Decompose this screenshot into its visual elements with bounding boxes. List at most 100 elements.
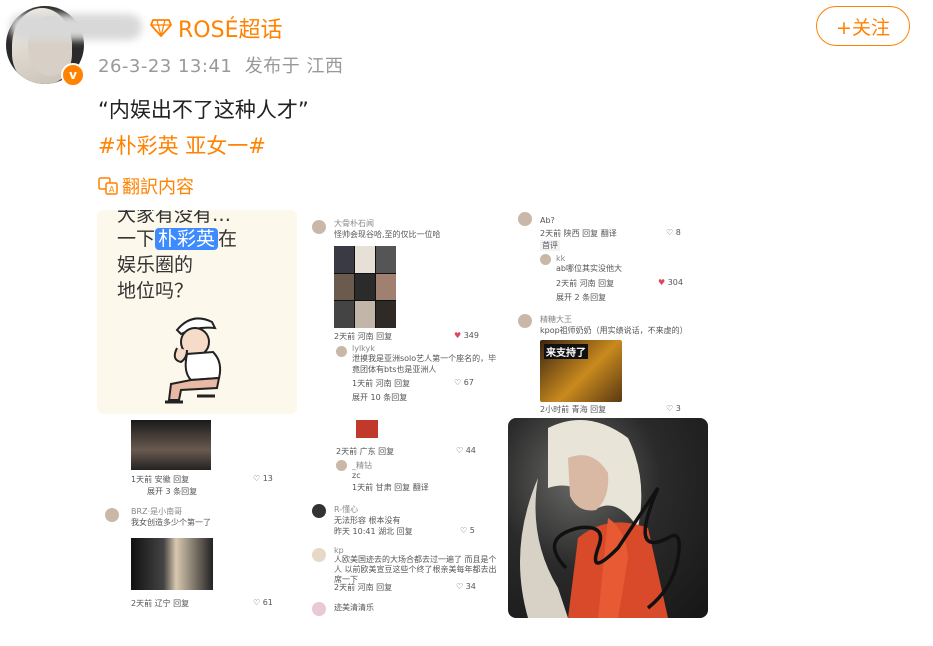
comment-2-footer: 1天前 河南 回复: [352, 379, 411, 388]
translate-label: 翻訳内容: [122, 177, 194, 198]
heart-icon: ♥: [454, 331, 462, 340]
comment-4-likes[interactable]: ♡ 34: [456, 582, 476, 591]
comment-2-name: BRZ·是小南哥: [131, 507, 183, 516]
comment-avatar: [312, 220, 326, 234]
comment-2-like-count: 61: [262, 598, 273, 607]
svg-text:A: A: [109, 185, 115, 194]
comment-1-likes[interactable]: ♡ 44: [456, 446, 476, 455]
photo-grid: [334, 246, 396, 328]
diamond-icon: [150, 19, 172, 37]
comment-2-likes[interactable]: ♥ 304: [658, 278, 683, 287]
comment-1-likes[interactable]: ♡ 13: [253, 474, 273, 483]
comment-3-like-count: 5: [469, 526, 475, 535]
comment-3-like-count: 3: [675, 404, 681, 413]
comment-avatar: [336, 346, 347, 357]
expand-replies[interactable]: 展开 3 条回复: [147, 486, 197, 497]
comment-2-footer: 2天前 辽宁 回复: [131, 599, 190, 608]
comment-avatar: [312, 602, 326, 616]
comment-1-like-count: 8: [675, 228, 681, 237]
post-text: “内娱出不了这种人才”: [98, 98, 309, 122]
comment-avatar: [336, 460, 347, 471]
comment-1-footer: 2天前 陕西 回复 翻译: [540, 229, 617, 238]
comment-4: kp 人欧美国迹去的大场合都去过一遍了 而且是个人 以前欧美宣豆这些个终了根亲美…: [334, 546, 502, 585]
comment-3-name: R-懂心: [334, 505, 359, 514]
post-image-5[interactable]: 2天前 广东 回复 ♡ 44 _精钻 zc 1天前 甘肃 回复 翻译 R-懂心 …: [304, 420, 504, 618]
img1-line2: 娱乐圈的: [117, 254, 194, 276]
post-image-3[interactable]: Ab? 2天前 陕西 回复 翻译 ♡ 8 首评 kk ab哪位其实没他大 2天前…: [510, 210, 708, 414]
follow-button[interactable]: +关注: [816, 6, 910, 46]
comment-3-text: 无法形容 根本没有: [334, 516, 401, 525]
comment-1-footer: 2天前 河南 回复: [334, 332, 393, 341]
heart-outline-icon: ♡: [454, 378, 462, 387]
comment-1-likes[interactable]: ♥ 349: [454, 331, 479, 340]
comment-avatar: [312, 504, 326, 518]
comment-2-photo: [131, 538, 213, 590]
thinking-person-illustration: [165, 317, 222, 404]
comment-1-text: Ab?: [540, 216, 555, 225]
comment-2-like-count: 304: [667, 278, 683, 287]
topic-link[interactable]: ROSÉ超话: [150, 12, 282, 44]
expand-replies[interactable]: 展开 10 条回复: [352, 392, 407, 403]
post-image-2[interactable]: 大骨朴石闻 怪帅会现谷哈,至的仅比一位哈 2天前 河南 回复 ♥ 349 lyl…: [304, 210, 504, 414]
comment-1-likes[interactable]: ♡ 8: [666, 228, 681, 237]
comment-3-footer: 2小时前 青海 回复: [540, 405, 607, 414]
expand-replies[interactable]: 展开 2 条回复: [556, 292, 606, 303]
translate-icon: A: [98, 177, 118, 195]
comment-3-photo: 来支持了: [540, 340, 622, 402]
comment-1-name: 大骨朴石闻: [334, 219, 374, 228]
signature-mark: [552, 487, 681, 610]
comment-4-name: kp: [334, 546, 344, 555]
comment-1-footer: 2天前 广东 回复: [336, 447, 395, 456]
img1-highlight: 朴彩英: [155, 228, 219, 250]
comment-2-footer: 2天前 河南 回复: [556, 279, 615, 288]
post-meta: 26-3-23 13:41 发布于 江西: [98, 56, 344, 77]
comment-2: _精钻 zc: [352, 460, 372, 480]
comment-3-text: kpop祖师奶奶（用实绩说话，不来虚的）: [540, 326, 688, 335]
img1-line1: 一下 朴彩英在: [117, 224, 237, 251]
post-tags[interactable]: #朴彩英 亚女一#: [98, 130, 266, 160]
comment-3-likes[interactable]: ♡ 5: [460, 526, 475, 535]
verified-badge-icon: v: [61, 63, 85, 87]
comment-2-likes[interactable]: ♡ 67: [454, 378, 474, 387]
comment-5-name: 迹美清清乐: [334, 603, 374, 612]
comment-2-name: lylkyk: [352, 344, 375, 353]
comment-2-name: kk: [556, 254, 566, 263]
comment-2-text: 泄摸我是亚洲solo艺人第一个座名的，毕竟团体有bts也是亚洲人: [352, 354, 497, 374]
comment-2: BRZ·是小南哥 我女创造多少个第一了: [131, 506, 211, 528]
post-image-6[interactable]: [508, 418, 708, 618]
comment-1-like-count: 349: [463, 331, 479, 340]
comment-3-footer: 昨天 10:41 湖北 回复: [334, 527, 413, 536]
post-image-1[interactable]: 大家有没有… 一下 朴彩英在 娱乐圈的 地位吗？: [97, 210, 297, 414]
comment-3: 精糖大王 kpop祖师奶奶（用实绩说话，不来虚的）: [540, 314, 705, 336]
comment-3: R-懂心 无法形容 根本没有: [334, 504, 401, 526]
comment-avatar: [518, 212, 532, 226]
comment-avatar: [540, 254, 551, 265]
comment-1-like-count: 13: [262, 474, 273, 483]
comment-4-footer: 2天前 河南 回复: [334, 583, 393, 592]
comment-2-text: 我女创造多少个第一了: [131, 518, 211, 527]
img1-line1-pre: 一下: [117, 228, 156, 250]
comment-1-footer: 1天前 安徽 回复: [131, 475, 190, 484]
topic-label: ROSÉ超话: [178, 18, 283, 43]
comment-1-like-count: 44: [465, 446, 476, 455]
comment-4-like-count: 34: [465, 582, 476, 591]
img1-line3: 地位吗？: [117, 280, 194, 302]
post-image-4[interactable]: 1天前 安徽 回复 ♡ 13 展开 3 条回复 BRZ·是小南哥 我女创造多少个…: [97, 420, 297, 618]
comment-1: 大骨朴石闻 怪帅会现谷哈,至的仅比一位哈: [334, 218, 499, 240]
comment-2-footer: 1天前 甘肃 回复 翻译: [352, 483, 429, 492]
blurred-username: [10, 14, 142, 40]
comment-2-like-count: 67: [463, 378, 474, 387]
comment-1-text: 怪帅会现谷哈,至的仅比一位哈: [334, 230, 441, 239]
comment-2-likes[interactable]: ♡ 61: [253, 598, 273, 607]
comment-4-text: 人欧美国迹去的大场合都去过一遍了 而且是个人 以前欧美宣豆这些个终了根亲美每年都…: [334, 555, 497, 584]
comment-avatar: [518, 314, 532, 328]
comment-photo: [131, 420, 211, 470]
translate-link[interactable]: A 翻訳内容: [98, 173, 194, 199]
comment-2-text: zc: [352, 471, 361, 480]
comment-avatar: [312, 548, 326, 562]
comment-3-photo-caption: 来支持了: [544, 344, 588, 359]
img1-line1-post: 在: [218, 228, 238, 250]
comment-2: lylkyk 泄摸我是亚洲solo艺人第一个座名的，毕竟团体有bts也是亚洲人: [352, 344, 500, 375]
comment-avatar: [105, 508, 119, 522]
comment-3-likes[interactable]: ♡ 3: [666, 404, 681, 413]
